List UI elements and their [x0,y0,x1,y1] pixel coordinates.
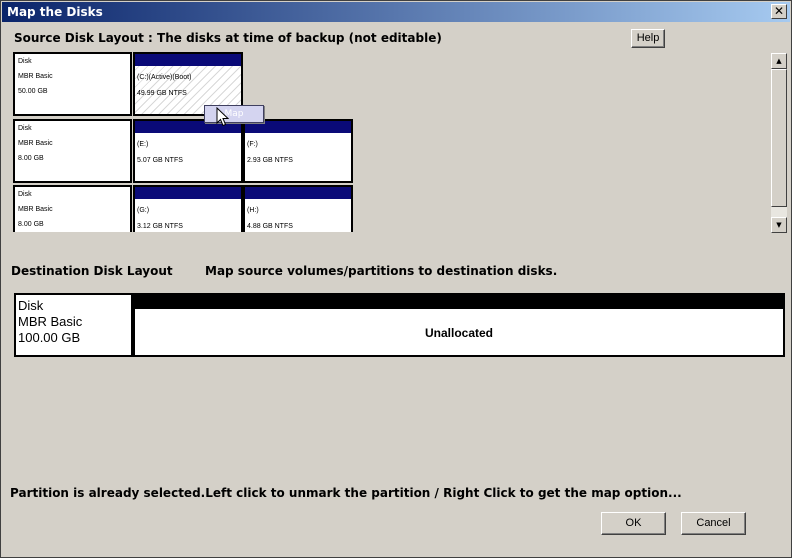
partition-bar [135,187,241,199]
partition-size: 2.93 GB NTFS [247,157,293,164]
unallocated-label: Unallocated [424,326,493,340]
partition-bar [135,54,241,66]
disk-label: Disk [18,191,32,198]
source-disk-row: Disk MBR Basic 8.00 GB (E:) 5.07 GB NTFS… [13,119,353,183]
cancel-button[interactable]: Cancel [681,512,746,535]
ok-button[interactable]: OK [601,512,666,535]
disk-type: MBR Basic [18,206,53,213]
source-heading: Source Disk Layout : The disks at time o… [14,31,442,45]
disk-type: MBR Basic [18,73,53,80]
destination-disk-info: Disk MBR Basic 100.00 GB [14,293,133,357]
destination-heading: Destination Disk Layout [11,264,173,278]
partition-size: 3.12 GB NTFS [137,223,183,230]
title-bar[interactable]: Map the Disks ✕ [2,2,790,22]
partition-size: 49.99 GB NTFS [137,90,187,97]
scroll-down-button[interactable]: ▼ [771,217,787,233]
partition-f[interactable]: (F:) 2.93 GB NTFS [243,119,353,183]
mouse-pointer-icon [216,107,230,127]
destination-instruction: Map source volumes/partitions to destina… [205,264,558,278]
partition-g[interactable]: (G:) 3.12 GB NTFS [133,185,243,232]
source-disk-row: Disk MBR Basic 50.00 GB (C:)(Active)(Boo… [13,52,353,116]
partition-size: 4.88 GB NTFS [247,223,293,230]
window-title: Map the Disks [7,5,103,19]
disk-info: Disk MBR Basic 50.00 GB [13,52,132,116]
partition-bar [245,187,351,199]
partition-e[interactable]: (E:) 5.07 GB NTFS [133,119,243,183]
disk-info: Disk MBR Basic 8.00 GB [13,119,132,183]
disk-size: 8.00 GB [18,155,44,162]
source-disk-layout: Disk MBR Basic 50.00 GB (C:)(Active)(Boo… [13,51,353,232]
disk-size: 8.00 GB [18,221,44,228]
partition-h[interactable]: (H:) 4.88 GB NTFS [243,185,353,232]
disk-info: Disk MBR Basic 8.00 GB [13,185,132,232]
partition-name: (G:) [137,207,150,214]
partition-size: 5.07 GB NTFS [137,157,183,164]
source-scrollbar[interactable]: ▲ ▼ [771,53,787,233]
disk-size: 50.00 GB [18,88,48,95]
partition-name: (F:) [247,141,258,148]
disk-type: MBR Basic [18,140,53,147]
disk-label: Disk [18,298,44,313]
disk-type: MBR Basic [18,314,83,329]
status-message: Partition is already selected.Left click… [10,486,682,500]
scroll-up-button[interactable]: ▲ [771,53,787,69]
close-button[interactable]: ✕ [771,4,787,19]
partition-name: (C:)(Active)(Boot) [137,74,192,81]
help-button[interactable]: Help [631,29,665,48]
map-disks-dialog: Map the Disks ✕ Source Disk Layout : The… [0,0,792,558]
unallocated-bar [135,295,783,309]
partition-name: (H:) [247,207,259,214]
map-context-menu-item[interactable]: Map [204,105,264,123]
disk-size: 100.00 GB [18,330,81,345]
source-disk-row: Disk MBR Basic 8.00 GB (G:) 3.12 GB NTFS… [13,185,353,232]
disk-label: Disk [18,58,32,65]
scroll-thumb[interactable] [771,69,787,207]
disk-label: Disk [18,125,32,132]
unallocated-space[interactable]: Unallocated [133,293,785,357]
partition-name: (E:) [137,141,149,148]
